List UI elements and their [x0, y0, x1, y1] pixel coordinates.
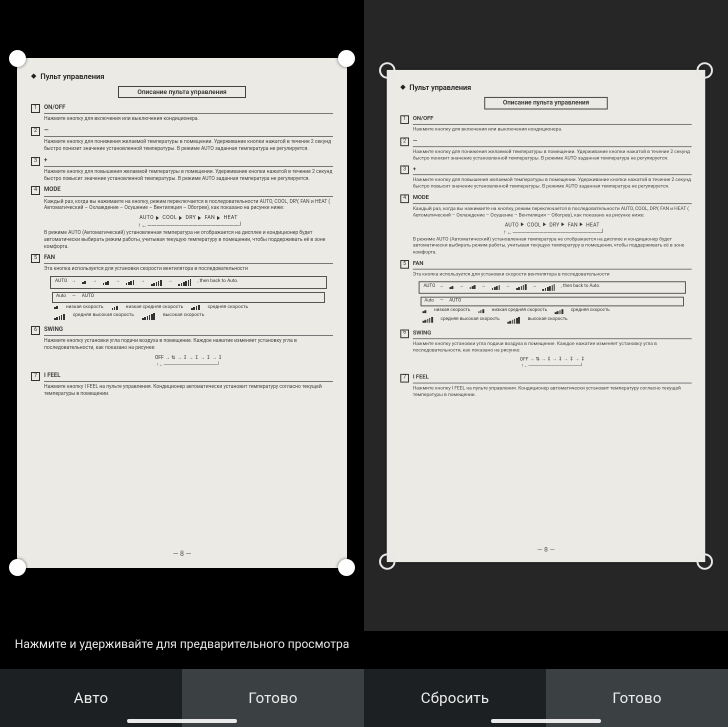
item-num-5: 5: [31, 254, 40, 263]
item-2-desc: Нажмите кнопку для понижения желаемой те…: [44, 139, 333, 153]
item-3-name: +: [44, 157, 333, 167]
item-1-name: ON/OFF: [44, 104, 333, 114]
diamond-icon: ◆: [31, 72, 36, 81]
item-4-desc2: В режиме AUTO (Автоматический) установле…: [44, 230, 333, 250]
crop-handle-top-left[interactable]: [9, 50, 26, 67]
item-num-4: 4: [31, 186, 40, 195]
swing-diagram: OFF → ⇅ → ↧ → ↧ → ↧ → ↧ ↑←──────────────…: [44, 355, 333, 369]
doc-subheader: Описание пульта управления: [485, 97, 608, 109]
item-2-name: —: [44, 127, 333, 137]
crop-handle-bottom-left[interactable]: [9, 559, 26, 576]
crop-handle-top-right[interactable]: [697, 62, 713, 78]
crop-screen-before: ◆ Пульт управления Описание пульта управ…: [0, 0, 364, 727]
item-7-desc: Нажмите кнопку I FEEL на пульте управлен…: [44, 384, 333, 398]
home-indicator[interactable]: [491, 719, 601, 723]
item-5-desc: Эта кнопка используется для установки ск…: [44, 266, 333, 273]
crop-handle-bottom-right[interactable]: [338, 559, 355, 576]
crop-handle-bottom-left[interactable]: [379, 553, 395, 569]
item-5-name: FAN: [44, 254, 333, 264]
item-num-1: 1: [31, 104, 40, 113]
scanned-page: ◆ Пульт управления Описание пульта управ…: [387, 69, 705, 561]
item-num-2: 2: [31, 127, 40, 136]
item-4-name: MODE: [44, 186, 333, 196]
item-6-name: SWING: [44, 326, 333, 336]
item-num-7: 7: [31, 372, 40, 381]
document-crop-area[interactable]: ◆ Пульт управления Описание пульта управ…: [364, 0, 728, 631]
fan-sequence-box: AUTO→ → → → → , then back to Auto.: [50, 276, 327, 289]
crop-handle-top-right[interactable]: [338, 50, 355, 67]
doc-header: Пульт управления: [40, 72, 104, 82]
mode-sequence: AUTO COOL DRY FAN HEAT ↑←───────────────…: [44, 215, 333, 230]
diamond-icon: ◆: [400, 83, 405, 92]
item-1-desc: Нажмите кнопку для включения или выключе…: [44, 116, 333, 123]
doc-header: Пульт управления: [409, 83, 471, 93]
doc-subheader: Описание пульта управления: [118, 86, 245, 99]
crop-screen-after: ◆ Пульт управления Описание пульта управ…: [364, 0, 728, 727]
item-4-desc1: Каждый раз, когда вы нажимаете на кнопку…: [44, 199, 333, 213]
item-3-desc: Нажмите кнопку для повышения желаемой те…: [44, 169, 333, 183]
item-num-6: 6: [31, 326, 40, 335]
item-num-3: 3: [31, 157, 40, 166]
preview-hint: Нажмите и удерживайте для предварительно…: [0, 611, 364, 669]
item-7-name: I FEEL: [44, 372, 333, 382]
document-crop-area[interactable]: ◆ Пульт управления Описание пульта управ…: [0, 0, 364, 611]
home-indicator[interactable]: [127, 719, 237, 723]
crop-handle-top-left[interactable]: [379, 62, 395, 78]
scanned-page: ◆ Пульт управления Описание пульта управ…: [17, 58, 347, 568]
crop-handle-bottom-right[interactable]: [697, 553, 713, 569]
page-number: — 8 —: [17, 550, 347, 559]
item-6-desc: Нажмите кнопку установки угла подачи воз…: [44, 338, 333, 352]
